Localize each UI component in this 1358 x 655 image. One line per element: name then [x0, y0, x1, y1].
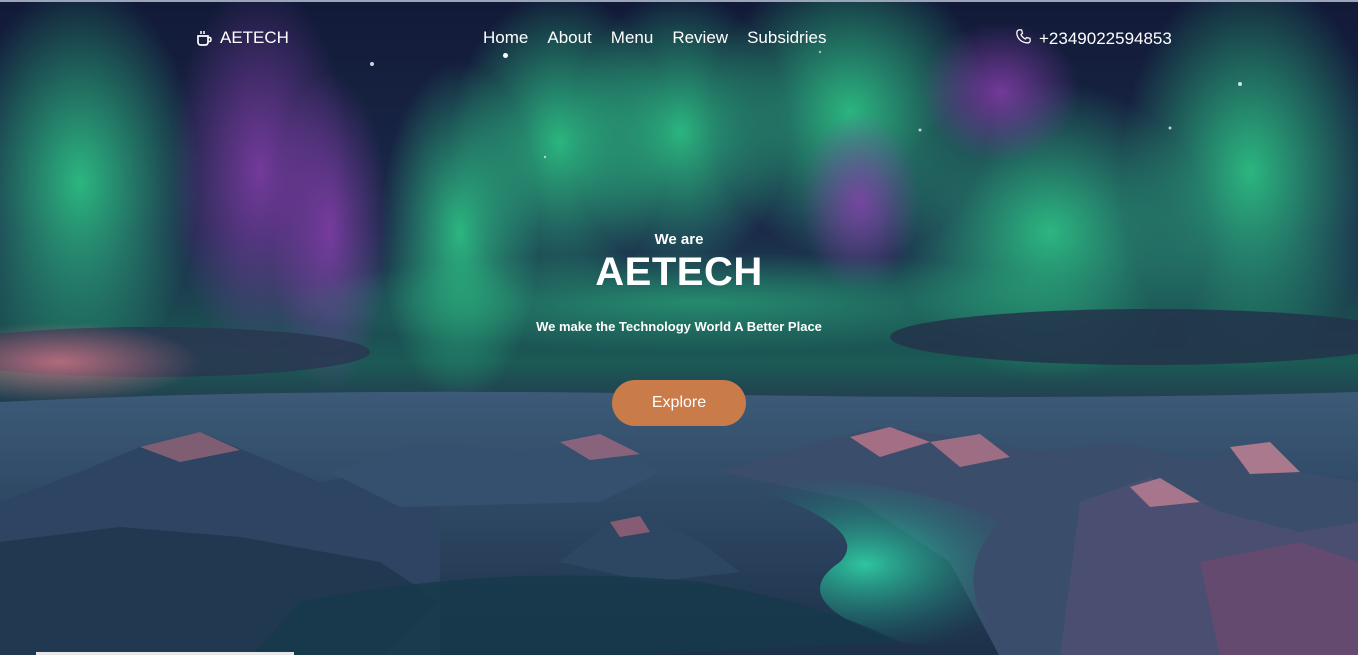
main-menu: Home About Menu Review Subsidries [483, 28, 826, 58]
nav-item-about[interactable]: About [547, 28, 591, 48]
nav-item-menu[interactable]: Menu [611, 28, 654, 48]
hero-title: AETECH [595, 250, 763, 294]
phone-icon [1015, 28, 1032, 50]
explore-button[interactable]: Explore [612, 380, 746, 426]
brand-name: AETECH [220, 28, 289, 47]
nav-item-review[interactable]: Review [672, 28, 728, 48]
nav-item-home[interactable]: Home [483, 28, 528, 58]
hero-kicker: We are [654, 231, 704, 248]
coffee-cup-icon [195, 29, 213, 47]
brand-logo[interactable]: AETECH [195, 28, 289, 48]
phone-number: +2349022594853 [1039, 29, 1172, 48]
hero-section: AETECH Home About Menu Review Subsidries… [0, 0, 1358, 655]
hero-tagline: We make the Technology World A Better Pl… [536, 319, 822, 334]
phone-contact[interactable]: +2349022594853 [1015, 28, 1172, 50]
nav-item-subsidries[interactable]: Subsidries [747, 28, 826, 48]
navbar: AETECH Home About Menu Review Subsidries… [0, 2, 1358, 72]
